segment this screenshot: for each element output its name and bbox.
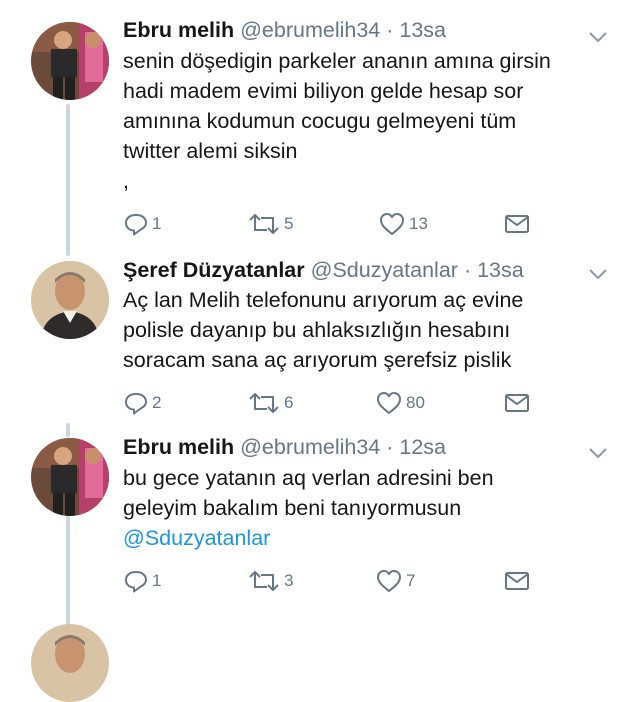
avatar[interactable]	[31, 624, 109, 702]
like-button[interactable]: 80	[375, 388, 425, 418]
display-name[interactable]: Ebru melih	[123, 18, 234, 42]
tweet-text: bu gece yatanın aq verlan adresini ben g…	[123, 463, 623, 553]
reply-button[interactable]: 1	[123, 566, 161, 596]
tweet-line: bu gece yatanın aq verlan adresini ben	[123, 466, 494, 490]
retweet-icon	[249, 393, 279, 413]
tweet-line: amınına kodumun cocugu gelmeyeni tüm	[123, 109, 517, 133]
retweet-icon	[249, 571, 279, 591]
like-count: 13	[409, 214, 428, 233]
timestamp[interactable]: 13sa	[399, 18, 446, 42]
like-count: 80	[406, 393, 425, 412]
chevron-down-icon[interactable]	[587, 267, 609, 281]
tweet-actions: 1 3 7	[123, 566, 543, 596]
chevron-down-icon[interactable]	[587, 446, 609, 460]
direct-message-button[interactable]	[504, 388, 530, 418]
avatar[interactable]	[31, 438, 109, 516]
retweet-button[interactable]: 5	[247, 209, 293, 239]
tweet-line: polisle dayanıp bu ahlaksızlığın hesabın…	[123, 318, 511, 342]
reply-count: 1	[152, 214, 162, 233]
display-name[interactable]: Ebru melih	[123, 435, 234, 459]
direct-message-icon	[505, 215, 529, 233]
user-handle[interactable]: @ebrumelih34	[240, 18, 380, 42]
like-icon	[380, 213, 404, 235]
retweet-icon	[249, 214, 279, 234]
retweet-count: 6	[284, 393, 294, 412]
chevron-down-icon[interactable]	[587, 30, 609, 44]
tweet-header: Şeref Düzyatanlar @Sduzyatanlar · 13sa	[123, 258, 524, 283]
separator: ·	[463, 258, 472, 282]
tweet-line: Aç lan Melih telefonunu arıyorum aç evin…	[123, 288, 524, 312]
tweet[interactable]: Şeref Düzyatanlar @Sduzyatanlar · 13sa A…	[0, 250, 635, 430]
user-handle[interactable]: @ebrumelih34	[240, 435, 380, 459]
separator: ·	[386, 18, 394, 42]
direct-message-button[interactable]	[504, 566, 530, 596]
tweet-actions: 2 6 80	[123, 388, 543, 418]
direct-message-icon	[505, 572, 529, 590]
like-button[interactable]: 7	[375, 566, 415, 596]
tweet-text: Aç lan Melih telefonunu arıyorum aç evin…	[123, 285, 623, 375]
tweet-line: twitter alemi siksin	[123, 139, 298, 163]
retweet-count: 3	[284, 571, 294, 590]
timestamp[interactable]: 12sa	[399, 435, 446, 459]
like-count: 7	[406, 571, 416, 590]
tweet[interactable]: Ebru melih @ebrumelih34 · 12sa bu gece y…	[0, 430, 635, 620]
reply-icon	[125, 571, 147, 593]
tweet-line: senin döşedigin parkeler ananın amına gi…	[123, 49, 551, 73]
direct-message-button[interactable]	[504, 209, 530, 239]
like-icon	[377, 392, 401, 414]
tweet-line: soracam sana aç arıyorum şerefsiz pislik	[123, 348, 512, 372]
retweet-button[interactable]: 6	[247, 388, 293, 418]
tweet-line: ,	[123, 169, 129, 193]
tweet[interactable]: Ebru melih @ebrumelih34 · 13sa senin döş…	[0, 0, 635, 250]
timestamp[interactable]: 13sa	[477, 258, 524, 282]
reply-button[interactable]: 1	[123, 209, 161, 239]
tweet-header: Ebru melih @ebrumelih34 · 13sa	[123, 18, 446, 43]
tweet-actions: 1 5 13	[123, 209, 543, 239]
reply-button[interactable]: 2	[123, 388, 161, 418]
display-name[interactable]: Şeref Düzyatanlar	[123, 258, 305, 282]
reply-count: 2	[152, 393, 162, 412]
mention-link[interactable]: @Sduzyatanlar	[123, 523, 623, 553]
reply-icon	[125, 393, 147, 415]
retweet-count: 5	[284, 214, 294, 233]
avatar[interactable]	[31, 261, 109, 339]
tweet-line: geleyim bakalım beni tanıyormusun	[123, 496, 462, 520]
like-button[interactable]: 13	[378, 209, 428, 239]
direct-message-icon	[505, 394, 529, 412]
reply-count: 1	[152, 571, 162, 590]
like-icon	[377, 570, 401, 592]
retweet-button[interactable]: 3	[247, 566, 293, 596]
separator: ·	[386, 435, 394, 459]
avatar[interactable]	[31, 22, 109, 100]
tweet-text: senin döşedigin parkeler ananın amına gi…	[123, 46, 623, 196]
user-handle[interactable]: @Sduzyatanlar	[311, 258, 458, 282]
tweet-header: Ebru melih @ebrumelih34 · 12sa	[123, 435, 446, 460]
tweet-line: hadi madem evimi biliyon gelde hesap sor	[123, 79, 524, 103]
reply-icon	[125, 214, 147, 236]
